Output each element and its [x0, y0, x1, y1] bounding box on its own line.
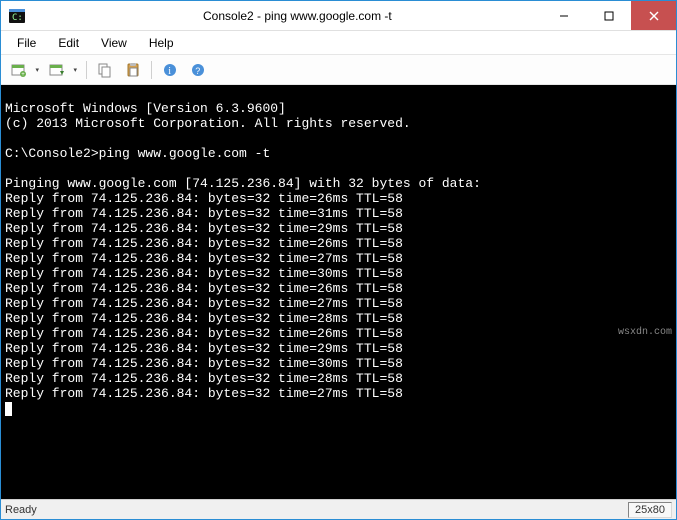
console-reply: Reply from 74.125.236.84: bytes=32 time=… — [5, 371, 403, 386]
toolbar-separator — [86, 61, 87, 79]
watermark: wsxdn.com — [618, 325, 672, 340]
close-button[interactable] — [631, 1, 676, 30]
console-reply: Reply from 74.125.236.84: bytes=32 time=… — [5, 236, 403, 251]
maximize-button[interactable] — [586, 1, 631, 30]
chevron-down-icon: ▾ — [73, 66, 77, 74]
menubar: File Edit View Help — [1, 31, 676, 55]
console-reply: Reply from 74.125.236.84: bytes=32 time=… — [5, 296, 403, 311]
new-tab-button[interactable]: + ▾ — [7, 59, 43, 81]
status-dimensions: 25x80 — [628, 502, 672, 518]
statusbar: Ready 25x80 — [1, 499, 676, 519]
console-line: Pinging www.google.com [74.125.236.84] w… — [5, 176, 481, 191]
info-button[interactable]: i — [157, 59, 183, 81]
menu-view[interactable]: View — [91, 33, 137, 53]
console-output[interactable]: Microsoft Windows [Version 6.3.9600] (c)… — [1, 85, 676, 499]
console-prompt: C:\Console2> — [5, 146, 99, 161]
console-reply: Reply from 74.125.236.84: bytes=32 time=… — [5, 206, 403, 221]
console-reply: Reply from 74.125.236.84: bytes=32 time=… — [5, 341, 403, 356]
copy-icon — [97, 62, 113, 78]
minimize-button[interactable] — [541, 1, 586, 30]
svg-text:C:: C: — [12, 13, 23, 23]
menu-edit[interactable]: Edit — [48, 33, 89, 53]
console-open-icon — [49, 62, 65, 78]
menu-help[interactable]: Help — [139, 33, 184, 53]
menu-file[interactable]: File — [7, 33, 46, 53]
cursor — [5, 402, 12, 416]
console-reply: Reply from 74.125.236.84: bytes=32 time=… — [5, 311, 403, 326]
console-reply: Reply from 74.125.236.84: bytes=32 time=… — [5, 251, 403, 266]
titlebar: C: Console2 - ping www.google.com -t — [1, 1, 676, 31]
console-line: Microsoft Windows [Version 6.3.9600] — [5, 101, 286, 116]
svg-text:i: i — [168, 66, 171, 77]
svg-text:?: ? — [195, 66, 200, 76]
console-reply: Reply from 74.125.236.84: bytes=32 time=… — [5, 266, 403, 281]
chevron-down-icon: ▾ — [35, 66, 39, 74]
info-icon: i — [162, 62, 178, 78]
console-reply: Reply from 74.125.236.84: bytes=32 time=… — [5, 326, 403, 341]
open-button[interactable]: ▾ — [45, 59, 81, 81]
console-reply: Reply from 74.125.236.84: bytes=32 time=… — [5, 281, 403, 296]
paste-icon — [125, 62, 141, 78]
console-reply: Reply from 74.125.236.84: bytes=32 time=… — [5, 191, 403, 206]
paste-button[interactable] — [120, 59, 146, 81]
toolbar: + ▾ ▾ i ? — [1, 55, 676, 85]
console-line: (c) 2013 Microsoft Corporation. All righ… — [5, 116, 411, 131]
console-tab-icon: + — [11, 62, 27, 78]
help-button[interactable]: ? — [185, 59, 211, 81]
console-reply: Reply from 74.125.236.84: bytes=32 time=… — [5, 221, 403, 236]
console-reply: Reply from 74.125.236.84: bytes=32 time=… — [5, 386, 403, 401]
titlebar-left: C: Console2 - ping www.google.com -t — [1, 8, 392, 24]
console-reply: Reply from 74.125.236.84: bytes=32 time=… — [5, 356, 403, 371]
app-icon: C: — [9, 8, 25, 24]
copy-button[interactable] — [92, 59, 118, 81]
console-command: ping www.google.com -t — [99, 146, 271, 161]
help-icon: ? — [190, 62, 206, 78]
svg-text:+: + — [21, 72, 25, 78]
status-text: Ready — [5, 504, 37, 516]
window-controls — [541, 1, 676, 30]
toolbar-separator — [151, 61, 152, 79]
window-title: Console2 - ping www.google.com -t — [33, 9, 392, 23]
